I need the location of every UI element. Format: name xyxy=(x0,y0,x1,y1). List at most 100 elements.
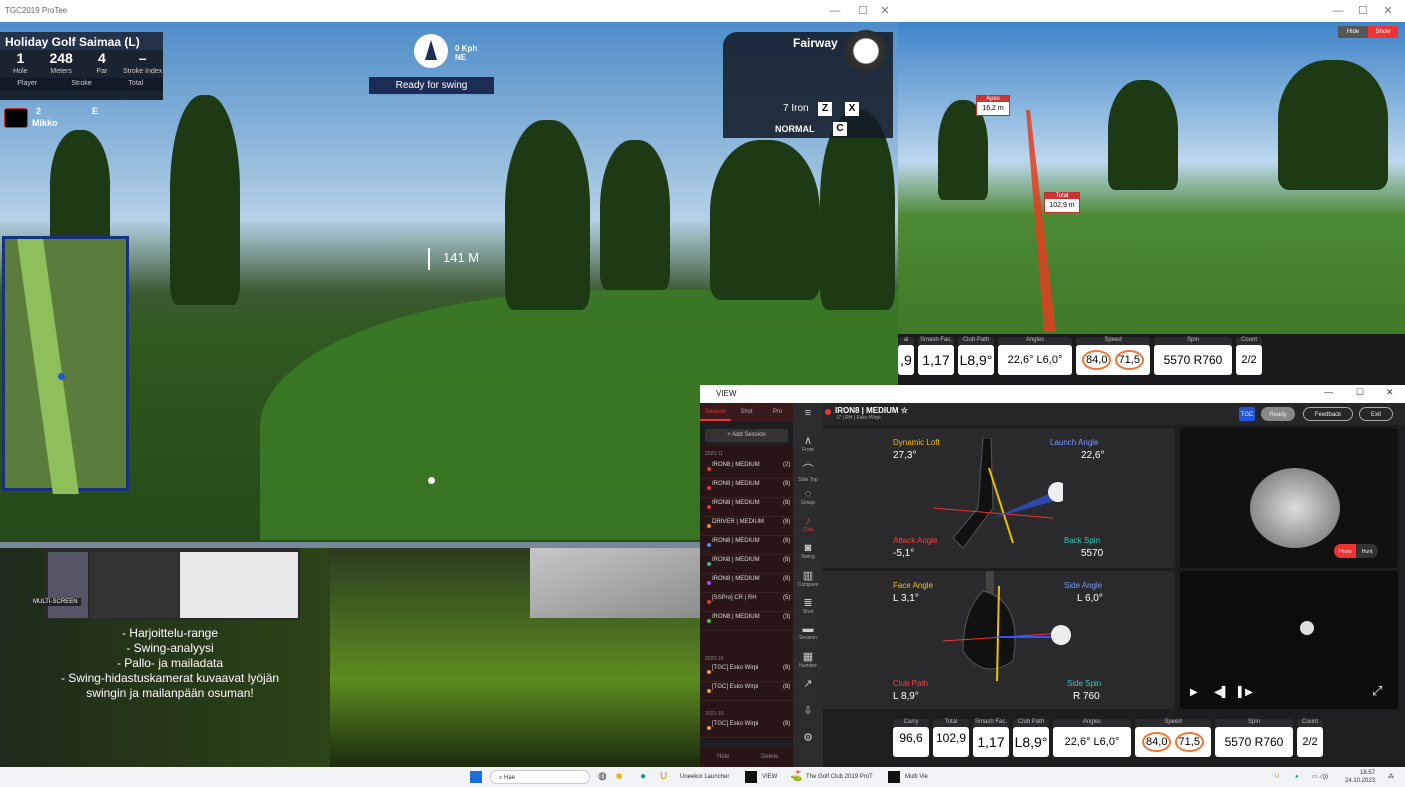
golf-app-icon[interactable]: ⛳ xyxy=(790,770,802,784)
session-name: IRON8 | MEDIUM xyxy=(712,462,760,468)
feedback-button[interactable]: Feedback xyxy=(1303,407,1353,421)
session-name: IRON8 | MEDIUM xyxy=(712,500,760,506)
club-top-illustration xyxy=(943,571,1071,682)
chrome-icon[interactable]: ● xyxy=(640,770,646,784)
sidebar-label: Side Top xyxy=(798,477,818,483)
attack-angle-value: -5,1° xyxy=(893,548,915,559)
apex-value: 16,2 m xyxy=(982,105,1004,112)
session-item[interactable]: IRON8 | MEDIUM (8) xyxy=(700,481,793,498)
tab-pro[interactable]: Pro xyxy=(762,403,793,421)
sidebar-button[interactable]: ⌒ Side Top xyxy=(793,461,823,483)
key-c-button[interactable]: C xyxy=(833,122,847,136)
chat-icon[interactable]: ◍ xyxy=(598,770,607,784)
session-item[interactable]: IRON8 | MEDIUM (8) xyxy=(700,576,793,593)
show-button[interactable]: Show xyxy=(1368,26,1398,38)
taskbar-app[interactable]: Multi Vie xyxy=(905,770,928,784)
maximize-button[interactable]: ☐ xyxy=(1356,387,1364,398)
uneekor-icon[interactable]: U xyxy=(660,770,667,784)
taskbar-app[interactable]: The Golf Club 2019 ProT xyxy=(806,770,873,784)
step-back-button[interactable]: ◀▌ xyxy=(1214,687,1229,698)
sidebar-button[interactable]: ≣ Shot xyxy=(793,596,823,615)
ball-lie-icon xyxy=(845,30,887,72)
session-count: (8) xyxy=(783,576,791,582)
session-item[interactable]: IRON8 | MEDIUM (8) xyxy=(700,500,793,517)
session-footer: Hide Delete xyxy=(700,747,793,767)
sidebar-button[interactable]: ◙ Swing xyxy=(793,542,823,560)
sidebar-button[interactable]: ↗ xyxy=(793,677,823,690)
tab-shot[interactable]: Shot xyxy=(731,403,762,421)
sidebar-button[interactable]: ▥ Compare xyxy=(793,569,823,588)
tree xyxy=(710,140,820,300)
tab-session[interactable]: Session xyxy=(700,403,731,421)
ready-button[interactable]: Ready xyxy=(1261,407,1295,421)
session-item[interactable]: IRON8 | MEDIUM (2) xyxy=(700,462,793,479)
step-forward-button[interactable]: ▌▶ xyxy=(1238,687,1253,698)
session-count: (5) xyxy=(783,595,791,601)
close-button[interactable]: ✕ xyxy=(870,0,898,22)
hunt-button[interactable]: Hunt xyxy=(1356,544,1378,558)
windows-start-icon[interactable] xyxy=(470,771,482,783)
metric-label: Total xyxy=(944,719,958,725)
sidebar-icon: ◙ xyxy=(804,542,812,554)
ball-speed-value: 84,0 xyxy=(1082,350,1112,370)
side-angle-value: L6,0° xyxy=(1093,736,1120,748)
minimap-ball-marker xyxy=(58,373,65,380)
session-item[interactable]: [SSPro] CR | RH (5) xyxy=(700,595,793,612)
play-button[interactable]: ▶ xyxy=(1190,687,1198,698)
thumbnail xyxy=(180,552,298,618)
taskbar-search[interactable]: ⌕ Hae xyxy=(490,770,590,784)
session-item[interactable]: [TGC] Esko Wirpi (8) xyxy=(700,684,793,701)
key-z-button[interactable]: Z xyxy=(818,102,832,116)
clock[interactable]: 18.57 24.10.2023 xyxy=(1345,769,1375,785)
sidebar-button[interactable]: ∧ Front xyxy=(793,434,823,453)
fullscreen-icon[interactable]: ⤢ xyxy=(1372,683,1382,699)
hide-sessions-button[interactable]: Hide xyxy=(700,747,747,767)
session-item[interactable]: [TGC] Esko Wirpi (8) xyxy=(700,665,793,682)
tray-network-icon[interactable]: ▭ ◁)) xyxy=(1312,770,1328,784)
minimize-button[interactable]: — xyxy=(820,0,850,22)
close-button[interactable]: ✕ xyxy=(1373,0,1403,22)
camera-window[interactable]: — ☐ ✕ Hide Show Apex 16,2 m Total 102,9 … xyxy=(898,0,1405,385)
notification-icon[interactable]: ⁂ xyxy=(1388,770,1394,784)
session-item[interactable]: [TGC] Esko Wirpi (8) xyxy=(700,721,793,738)
hide-button[interactable]: Hide xyxy=(1338,26,1368,38)
sidebar-button[interactable]: ⇩ xyxy=(793,704,823,717)
session-item[interactable]: IRON8 | MEDIUM (3) xyxy=(700,614,793,631)
add-session-button[interactable]: + Add Session xyxy=(705,429,788,442)
metric-count: Count 2/2 xyxy=(1236,337,1262,375)
sidebar-icon: ↗ xyxy=(803,678,813,690)
exit-button[interactable]: Exit xyxy=(1359,407,1393,421)
total-value: 102,9 m xyxy=(1049,202,1075,209)
session-color-dot xyxy=(707,543,711,547)
sidebar-button[interactable]: ♪ Club xyxy=(793,515,823,533)
face-angle-label: Face Angle xyxy=(893,581,934,590)
minimap[interactable] xyxy=(2,236,129,494)
session-item[interactable]: IRON8 | MEDIUM (8) xyxy=(700,557,793,574)
photo-button[interactable]: Photo xyxy=(1334,544,1356,558)
sidebar-button[interactable]: ≡ xyxy=(793,407,823,419)
multiview-icon[interactable] xyxy=(888,771,900,783)
launch-angle-value: 22,6° xyxy=(1007,354,1034,366)
sidebar-button[interactable]: ▦ Number xyxy=(793,650,823,669)
tray-uneekor-icon[interactable]: U xyxy=(1275,770,1279,784)
sidebar-icon: ⚙ xyxy=(803,732,813,744)
tray-chrome-icon[interactable]: ● xyxy=(1295,770,1299,784)
session-item[interactable]: DRIVER | MEDIUM (8) xyxy=(700,519,793,536)
folder-icon[interactable]: ■ xyxy=(616,770,622,784)
sidebar-button[interactable]: ◌ Group xyxy=(793,488,823,506)
taskbar-app[interactable]: VIEW xyxy=(762,770,777,784)
view-app-icon[interactable] xyxy=(745,771,757,783)
sidebar-button[interactable]: ▬ Session xyxy=(793,623,823,641)
sidebar-icon: ∧ xyxy=(803,435,813,447)
taskbar-app[interactable]: Uneekor Launcher xyxy=(680,770,729,784)
minimize-button[interactable]: — xyxy=(1324,387,1333,397)
close-button[interactable]: ✕ xyxy=(1386,387,1394,398)
session-color-dot xyxy=(707,524,711,528)
sidebar-icon: ≣ xyxy=(803,597,813,609)
clock-date: 24.10.2023 xyxy=(1345,778,1376,784)
key-x-button[interactable]: X xyxy=(845,102,859,116)
metric-label: Speed xyxy=(1104,337,1122,343)
session-item[interactable]: IRON8 | MEDIUM (8) xyxy=(700,538,793,555)
delete-sessions-button[interactable]: Delete xyxy=(747,747,794,767)
sidebar-button[interactable]: ⚙ xyxy=(793,731,823,744)
